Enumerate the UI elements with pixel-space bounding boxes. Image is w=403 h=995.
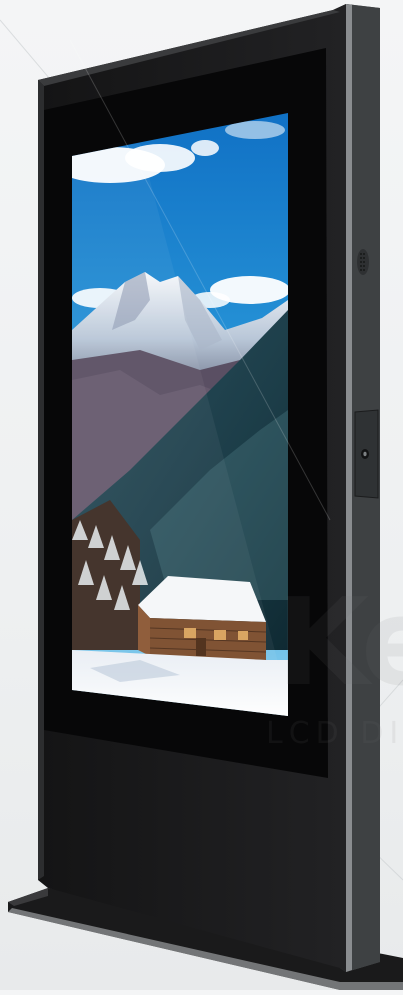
speaker-grille	[357, 249, 369, 275]
watermark-logo: Ke	[276, 574, 403, 713]
display-screen	[72, 113, 288, 716]
watermark-tagline: LCD DIS	[266, 716, 403, 751]
kiosk-illustration	[0, 4, 403, 990]
lock-icon	[361, 449, 369, 459]
product-photo: Ke LCD DIS	[0, 0, 403, 990]
